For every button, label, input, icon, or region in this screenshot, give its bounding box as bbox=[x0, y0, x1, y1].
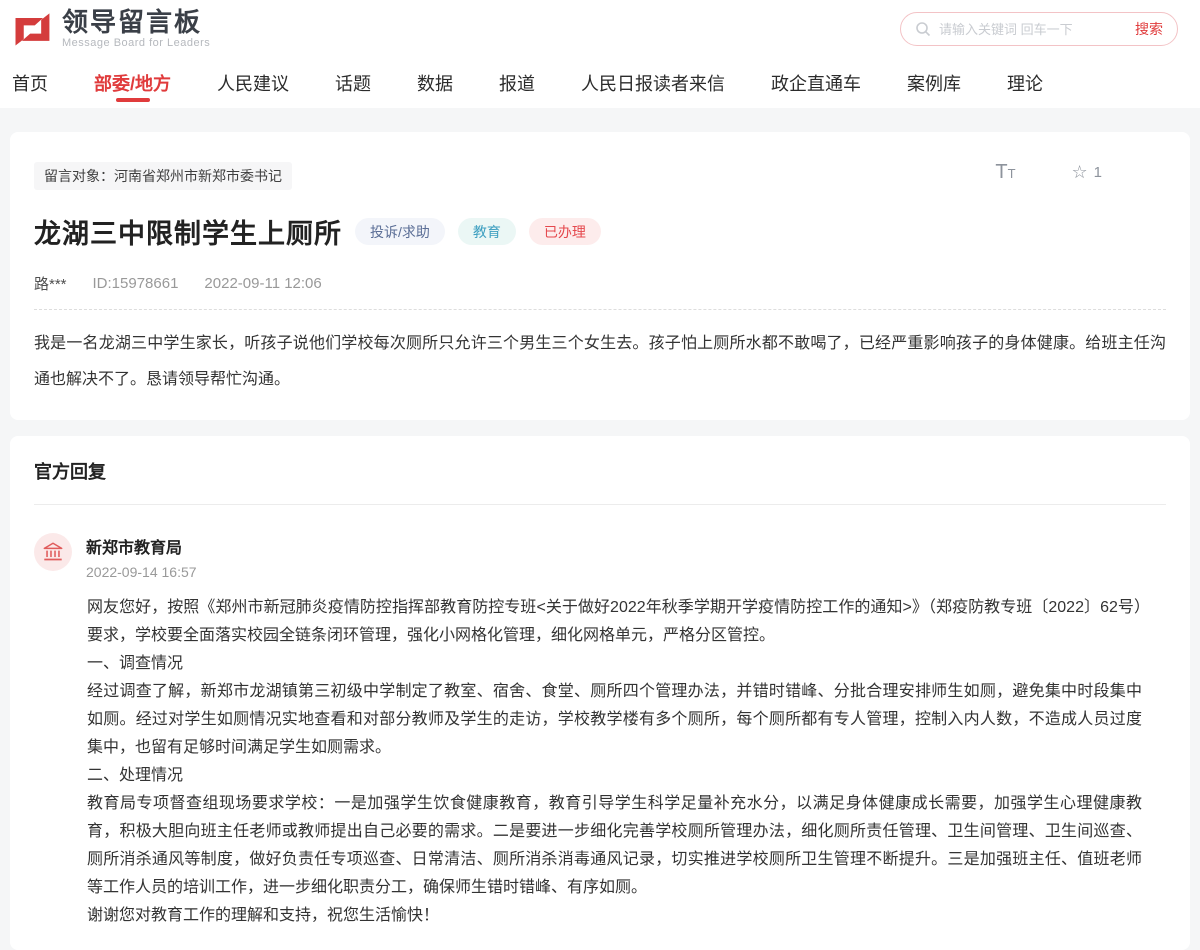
nav-item-data[interactable]: 数据 bbox=[417, 58, 453, 108]
agency-name: 新郑市教育局 bbox=[86, 533, 197, 558]
message-title-row: 龙湖三中限制学生上厕所 投诉/求助 教育 已办理 bbox=[34, 212, 1166, 251]
nav-item-reader-letters[interactable]: 人民日报读者来信 bbox=[581, 58, 725, 108]
agency-avatar bbox=[34, 533, 72, 571]
reply-body: 网友您好，按照《郑州市新冠肺炎疫情防控指挥部教育防控专班<关于做好2022年秋季… bbox=[87, 594, 1142, 930]
site-subtitle: Message Board for Leaders bbox=[62, 37, 210, 49]
reply-section-title: 官方回复 bbox=[34, 458, 1166, 484]
page-main: 留言对象：河南省郑州市新郑市委书记 TT ☆ 1 龙湖三中限制学生上厕所 投诉/… bbox=[0, 132, 1200, 950]
favorite-count: 1 bbox=[1094, 164, 1102, 181]
site-logo[interactable]: 领导留言板 Message Board for Leaders bbox=[10, 7, 210, 51]
tag-domain: 教育 bbox=[458, 218, 516, 245]
official-reply-card: 官方回复 新郑市教育局 2022-09-14 16:57 网友您好，按照《郑州市… bbox=[10, 436, 1190, 950]
site-header: 领导留言板 Message Board for Leaders 搜索 bbox=[0, 0, 1200, 58]
nav-item-case-library[interactable]: 案例库 bbox=[907, 58, 961, 108]
dashed-divider bbox=[34, 309, 1166, 310]
message-tools: TT ☆ 1 bbox=[995, 162, 1102, 182]
star-icon: ☆ bbox=[1072, 163, 1088, 181]
main-nav: 首页 部委/地方 人民建议 话题 数据 报道 人民日报读者来信 政企直通车 案例… bbox=[0, 58, 1200, 108]
government-building-icon bbox=[42, 541, 64, 563]
message-content: 我是一名龙湖三中学生家长，听孩子说他们学校每次厕所只允许三个男生三个女生去。孩子… bbox=[34, 326, 1166, 398]
font-size-icon[interactable]: TT bbox=[995, 162, 1015, 182]
reply-divider bbox=[34, 504, 1166, 505]
nav-item-ministries-local[interactable]: 部委/地方 bbox=[94, 58, 171, 108]
tag-category: 投诉/求助 bbox=[355, 218, 445, 245]
agency-info: 新郑市教育局 2022-09-14 16:57 bbox=[86, 533, 197, 580]
nav-item-people-suggestions[interactable]: 人民建议 bbox=[217, 58, 289, 108]
nav-item-gov-enterprise[interactable]: 政企直通车 bbox=[771, 58, 861, 108]
reply-header: 新郑市教育局 2022-09-14 16:57 bbox=[34, 533, 1166, 580]
reply-paragraph: 网友您好，按照《郑州市新冠肺炎疫情防控指挥部教育防控专班<关于做好2022年秋季… bbox=[87, 594, 1142, 650]
search-button[interactable]: 搜索 bbox=[1125, 19, 1163, 39]
message-title: 龙湖三中限制学生上厕所 bbox=[34, 212, 342, 251]
tag-status: 已办理 bbox=[529, 218, 601, 245]
search-box: 搜索 bbox=[900, 12, 1178, 46]
message-target-chip: 留言对象：河南省郑州市新郑市委书记 bbox=[34, 162, 292, 190]
search-input[interactable] bbox=[939, 22, 1125, 37]
site-title: 领导留言板 bbox=[62, 9, 210, 36]
message-id: ID:15978661 bbox=[93, 275, 179, 292]
message-date: 2022-09-11 12:06 bbox=[204, 275, 321, 292]
favorite-button[interactable]: ☆ 1 bbox=[1072, 163, 1102, 181]
nav-item-reports[interactable]: 报道 bbox=[499, 58, 535, 108]
reply-paragraph: 二、处理情况 bbox=[87, 762, 1142, 790]
reply-paragraph: 教育局专项督查组现场要求学校：一是加强学生饮食健康教育，教育引导学生科学足量补充… bbox=[87, 790, 1142, 902]
logo-text: 领导留言板 Message Board for Leaders bbox=[62, 9, 210, 48]
message-card: 留言对象：河南省郑州市新郑市委书记 TT ☆ 1 龙湖三中限制学生上厕所 投诉/… bbox=[10, 132, 1190, 420]
logo-icon bbox=[10, 7, 54, 51]
message-author: 路*** bbox=[34, 273, 67, 294]
search-icon bbox=[915, 21, 931, 37]
reply-date: 2022-09-14 16:57 bbox=[86, 564, 197, 580]
reply-paragraph: 一、调查情况 bbox=[87, 650, 1142, 678]
message-author-row: 路*** ID:15978661 2022-09-11 12:06 bbox=[34, 273, 1166, 294]
reply-paragraph: 经过调查了解，新郑市龙湖镇第三初级中学制定了教室、宿舍、食堂、厕所四个管理办法，… bbox=[87, 678, 1142, 762]
nav-item-home[interactable]: 首页 bbox=[12, 58, 48, 108]
nav-item-topics[interactable]: 话题 bbox=[335, 58, 371, 108]
message-top-row: 留言对象：河南省郑州市新郑市委书记 TT ☆ 1 bbox=[34, 162, 1166, 190]
nav-item-theory[interactable]: 理论 bbox=[1007, 58, 1043, 108]
reply-paragraph: 谢谢您对教育工作的理解和支持，祝您生活愉快！ bbox=[87, 902, 1142, 930]
